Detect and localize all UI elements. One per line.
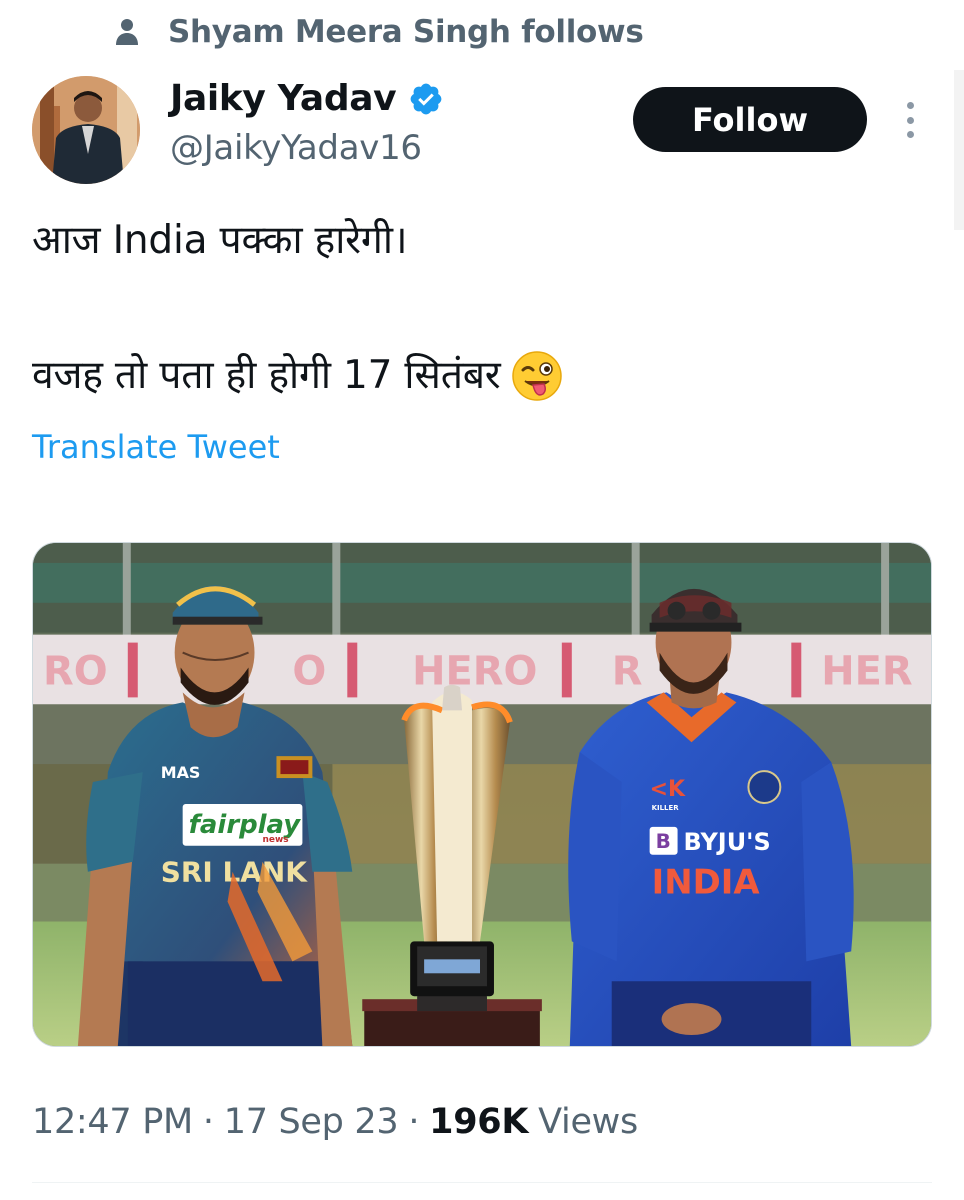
svg-text:<K: <K bbox=[650, 777, 686, 802]
display-name[interactable]: Jaiky Yadav bbox=[170, 78, 397, 119]
india-text: INDIA bbox=[652, 863, 761, 902]
svg-text:B: B bbox=[656, 830, 671, 853]
scrollbar[interactable] bbox=[954, 70, 964, 230]
tweet-text-line-2: वजह तो पता ही होगी 17 सितंबर bbox=[32, 350, 563, 402]
tweet-text-line-2-text: वजह तो पता ही होगी 17 सितंबर bbox=[32, 352, 501, 398]
separator-dot: · bbox=[408, 1102, 420, 1142]
views-label[interactable]: Views bbox=[538, 1102, 638, 1142]
author-handle[interactable]: @JaikyYadav16 bbox=[170, 128, 422, 168]
social-context[interactable]: Shyam Meera Singh follows bbox=[112, 8, 644, 56]
social-context-text: Shyam Meera Singh follows bbox=[168, 14, 644, 50]
svg-text:O: O bbox=[292, 648, 326, 694]
tweet-metadata: 12:47 PM · 17 Sep 23 · 196K Views bbox=[32, 1102, 638, 1142]
winking-face-with-tongue-icon bbox=[511, 351, 562, 401]
svg-text:HER: HER bbox=[821, 648, 912, 694]
svg-text:RO: RO bbox=[43, 648, 108, 694]
separator-dot: · bbox=[202, 1102, 214, 1142]
byjus-logo: BYJU'S bbox=[684, 828, 771, 856]
killer-logo: KILLER bbox=[652, 804, 680, 812]
more-options-icon[interactable] bbox=[896, 100, 924, 140]
divider bbox=[32, 1182, 932, 1183]
avatar[interactable] bbox=[32, 76, 140, 184]
svg-text:HERO: HERO bbox=[412, 648, 537, 694]
mas-logo: MAS bbox=[161, 763, 201, 782]
svg-text:R: R bbox=[612, 648, 643, 694]
person-icon bbox=[116, 19, 138, 45]
follow-button[interactable]: Follow bbox=[633, 87, 867, 152]
author-name[interactable]: Jaiky Yadav bbox=[170, 78, 444, 119]
tweet-time[interactable]: 12:47 PM bbox=[32, 1102, 193, 1142]
verified-badge-icon bbox=[410, 83, 442, 114]
views-count[interactable]: 196K bbox=[429, 1102, 528, 1142]
tweet-text-line-1: आज India पक्का हारेगी। bbox=[32, 218, 408, 263]
fairplay-sub-logo: news bbox=[262, 835, 288, 845]
tweet-photo[interactable]: RO O HERO R HER fairplay news MAS SRI LA… bbox=[32, 542, 932, 1047]
translate-tweet-link[interactable]: Translate Tweet bbox=[32, 428, 280, 466]
tweet-date[interactable]: 17 Sep 23 bbox=[224, 1102, 399, 1142]
